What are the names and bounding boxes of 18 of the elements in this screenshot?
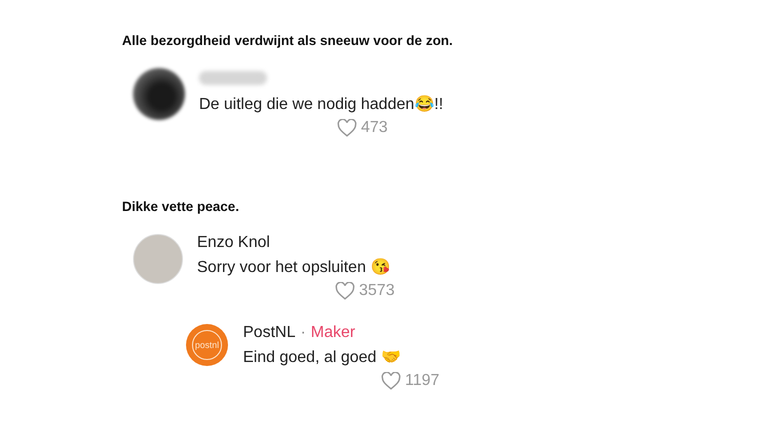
- heart-icon[interactable]: [381, 372, 401, 390]
- heart-icon[interactable]: [335, 282, 355, 300]
- creator-label: Maker: [310, 324, 356, 342]
- like-count: 1197: [405, 372, 440, 390]
- separator-dot: ·: [300, 324, 306, 342]
- comment-text: Sorry voor het opsluiten 😘: [197, 257, 392, 277]
- comment-text: De uitleg die we nodig hadden😂!!: [199, 94, 444, 114]
- like-count: 3573: [359, 282, 395, 300]
- username[interactable]: PostNL: [243, 324, 296, 342]
- heart-icon[interactable]: [337, 119, 357, 137]
- caption-text: Alle bezorgdheid verdwijnt als sneeuw voor de zon.: [122, 33, 454, 48]
- like-count: 473: [361, 119, 388, 137]
- logo-text: postnl: [192, 330, 222, 360]
- blurred-avatar: [133, 68, 185, 120]
- caption-text: Dikke vette peace.: [122, 199, 240, 214]
- username[interactable]: Enzo Knol: [197, 234, 270, 252]
- comment-text: Eind goed, al goed 🤝: [243, 348, 402, 367]
- avatar-photo-placeholder: [133, 234, 183, 284]
